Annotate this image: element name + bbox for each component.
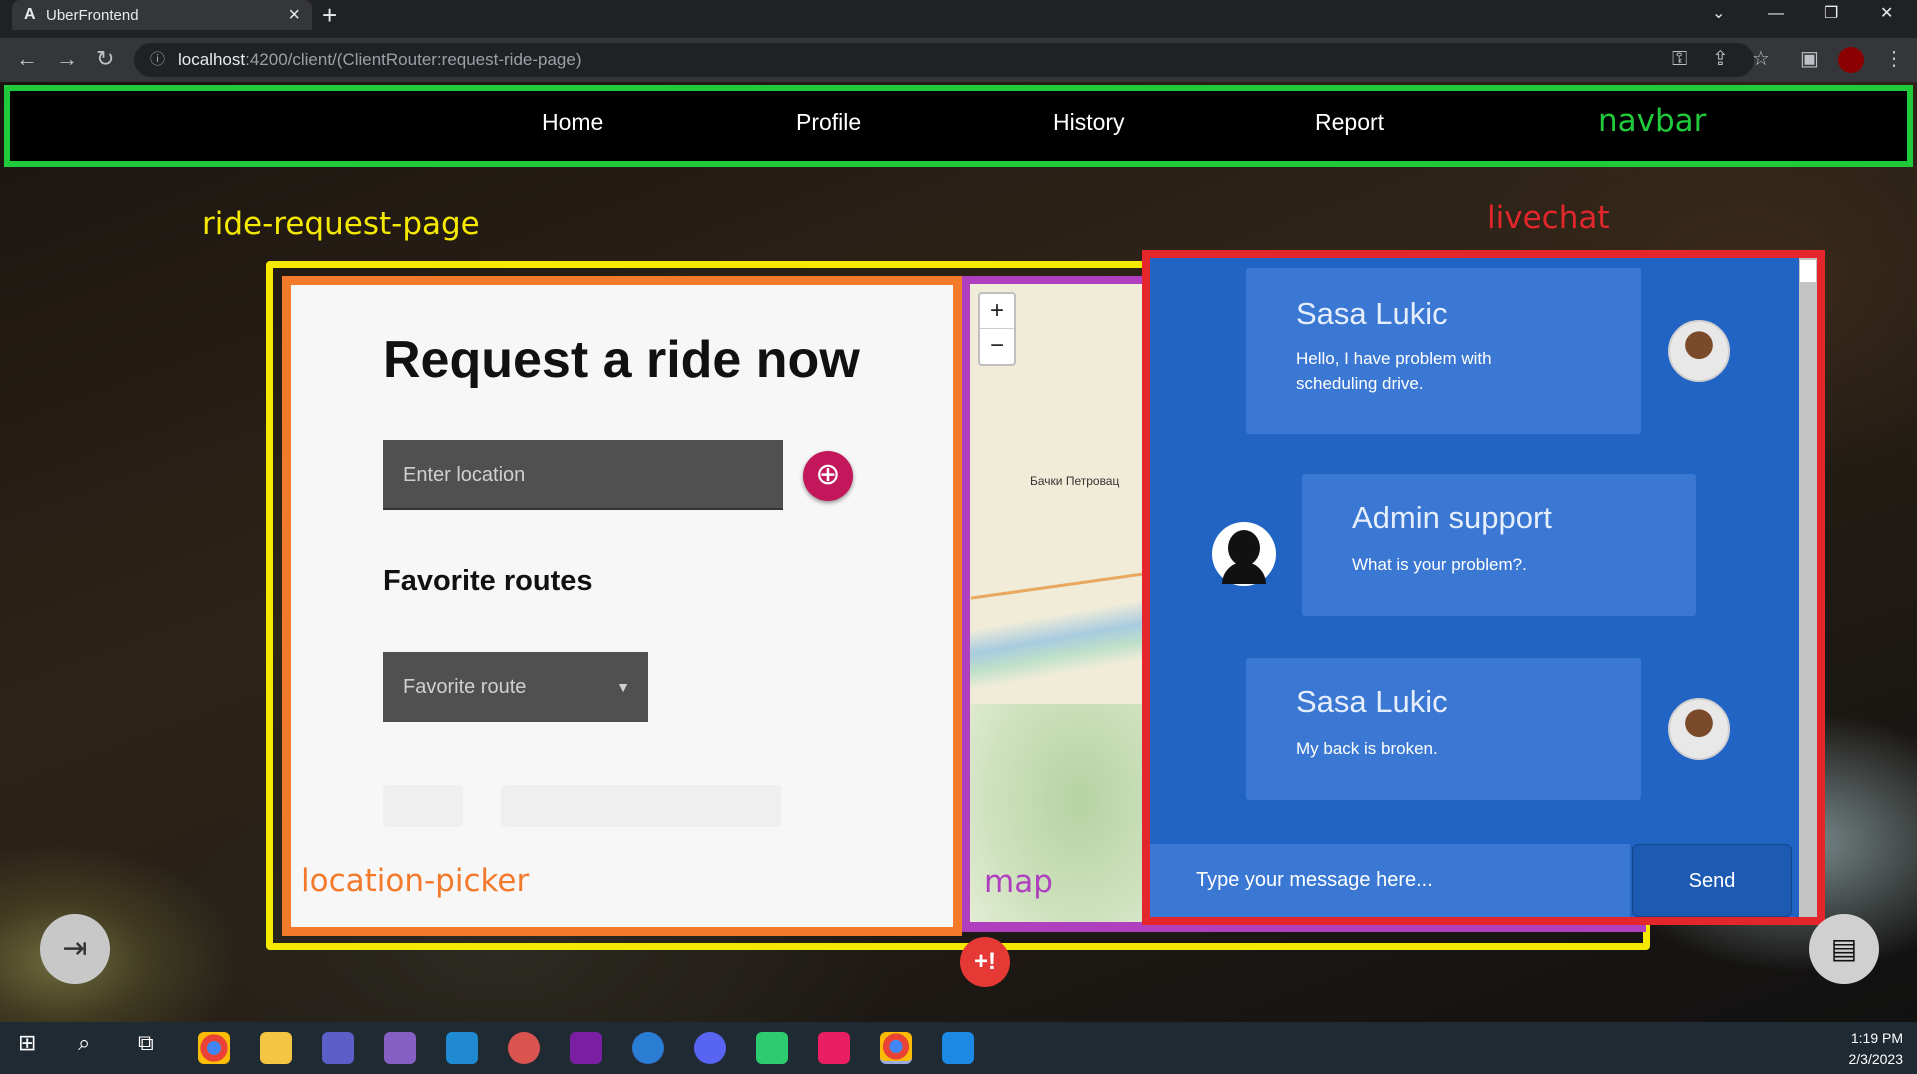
profile-avatar-icon[interactable] <box>1838 47 1864 73</box>
chat-scroll-thumb[interactable] <box>1800 260 1816 282</box>
sourcetree-icon[interactable] <box>756 1032 788 1064</box>
navbar: Home Profile History Report navbar <box>4 85 1913 167</box>
user-avatar <box>1668 698 1730 760</box>
address-bar[interactable]: ⓘ localhost:4200/client/(ClientRouter:re… <box>134 43 1754 77</box>
git-icon[interactable] <box>508 1032 540 1064</box>
share-icon[interactable]: ⇪ <box>1712 46 1729 72</box>
onenote-icon[interactable] <box>570 1032 602 1064</box>
favorite-route-value: Favorite route <box>403 676 527 698</box>
add-location-button[interactable]: ⊕ <box>803 451 853 501</box>
windows-start-icon[interactable]: ⊞ <box>18 1030 36 1056</box>
task-view-icon[interactable]: ⧉ <box>138 1030 154 1056</box>
new-tab-icon[interactable]: + <box>322 0 337 30</box>
annotation-location-picker: location-picker <box>301 863 530 899</box>
annotation-ride-request-page: ride-request-page <box>202 206 480 242</box>
logout-icon: ⇥ <box>62 932 88 965</box>
taskbar-search-icon[interactable]: ⌕ <box>78 1030 90 1056</box>
side-panel-icon[interactable]: ▣ <box>1800 46 1819 72</box>
url-path: :4200/client/(ClientRouter:request-ride-… <box>245 50 582 69</box>
message-sender: Admin support <box>1352 500 1552 535</box>
message-text: My back is broken. <box>1296 739 1438 758</box>
dropdown-caret-icon: ▼ <box>616 679 630 695</box>
logout-button[interactable]: ⇥ <box>40 914 110 984</box>
chat-scrollbar[interactable] <box>1799 258 1817 917</box>
browser-tab[interactable]: A UberFrontend × <box>12 0 312 30</box>
location-picker: Request a ride now Enter location ⊕ Favo… <box>282 276 962 936</box>
nav-report[interactable]: Report <box>1315 109 1384 136</box>
zoom-in-button[interactable]: + <box>980 294 1014 329</box>
reload-icon[interactable]: ↻ <box>96 46 114 72</box>
chat-message: Sasa Lukic Hello, I have problem with sc… <box>1246 268 1641 434</box>
vscode-icon[interactable] <box>446 1032 478 1064</box>
nav-history[interactable]: History <box>1053 109 1125 136</box>
user-avatar <box>1668 320 1730 382</box>
clock-date: 2/3/2023 <box>1848 1051 1904 1067</box>
mail-icon[interactable] <box>632 1032 664 1064</box>
chrome-icon[interactable] <box>198 1032 230 1064</box>
agent-body-icon <box>1222 562 1266 584</box>
discord-icon[interactable] <box>694 1032 726 1064</box>
send-button[interactable]: Send <box>1632 844 1792 917</box>
browser-menu-icon[interactable]: ⋮ <box>1884 46 1904 72</box>
annotation-livechat: livechat <box>1487 200 1610 236</box>
visual-studio-icon[interactable] <box>384 1032 416 1064</box>
back-icon[interactable]: ← <box>16 46 38 72</box>
map[interactable]: Бачки Петровац + − map <box>962 276 1144 930</box>
map-road <box>970 571 1144 600</box>
browser-toolbar: ← → ↻ ⓘ localhost:4200/client/(ClientRou… <box>0 38 1917 82</box>
zoom-out-button[interactable]: − <box>980 329 1014 364</box>
message-sender: Sasa Lukic <box>1296 684 1448 719</box>
map-place-label: Бачки Петровац <box>1030 474 1120 488</box>
plus-icon: +! <box>973 948 996 975</box>
browser-tabstrip: A UberFrontend × + ⌄ — ❐ ✕ <box>0 0 1917 38</box>
teams-icon[interactable] <box>322 1032 354 1064</box>
close-window-icon[interactable]: ✕ <box>1880 0 1893 30</box>
agent-head-icon <box>1228 530 1260 566</box>
favorite-route-select[interactable]: Favorite route ▼ <box>383 652 648 722</box>
windows-taskbar: ⊞ ⌕ ⧉ 1:19 PM 2/3/2023 <box>0 1022 1917 1074</box>
add-ride-button[interactable]: +! <box>960 937 1010 987</box>
chat-message: Sasa Lukic My back is broken. <box>1246 658 1641 800</box>
location-input[interactable]: Enter location <box>383 440 783 510</box>
map-river <box>970 597 1144 691</box>
map-frame-bottom <box>962 924 1646 932</box>
nav-home[interactable]: Home <box>542 109 603 136</box>
nav-profile[interactable]: Profile <box>796 109 861 136</box>
chat-bubble-icon: ▤ <box>1830 933 1858 964</box>
tab-title: UberFrontend <box>46 6 139 24</box>
chat-message-input[interactable]: Type your message here... <box>1150 844 1630 917</box>
file-explorer-icon[interactable] <box>260 1032 292 1064</box>
key-icon[interactable]: ⚿ <box>1672 46 1687 72</box>
photos-icon[interactable] <box>942 1032 974 1064</box>
forward-icon[interactable]: → <box>56 46 78 72</box>
faint-button-2 <box>501 785 781 827</box>
open-chat-button[interactable]: ▤ <box>1809 914 1879 984</box>
system-clock[interactable]: 1:19 PM 2/3/2023 <box>1849 1028 1904 1070</box>
faint-button-1 <box>383 785 463 827</box>
favorite-routes-heading: Favorite routes <box>383 565 593 597</box>
intellij-icon[interactable] <box>818 1032 850 1064</box>
chrome-active-icon[interactable] <box>880 1032 912 1064</box>
site-info-icon[interactable]: ⓘ <box>150 43 165 77</box>
annotation-map: map <box>984 864 1053 900</box>
message-text: What is your problem?. <box>1352 555 1527 574</box>
message-text: Hello, I have problem with scheduling dr… <box>1296 349 1492 393</box>
chat-message: Admin support What is your problem?. <box>1302 474 1696 616</box>
minimize-icon[interactable]: — <box>1768 0 1784 30</box>
tab-search-icon[interactable]: ⌄ <box>1712 0 1725 30</box>
livechat: Sasa Lukic Hello, I have problem with sc… <box>1142 250 1825 925</box>
message-sender: Sasa Lukic <box>1296 296 1448 331</box>
page-title: Request a ride now <box>383 331 860 389</box>
angular-favicon-icon: A <box>24 6 36 23</box>
clock-time: 1:19 PM <box>1850 1030 1903 1046</box>
url-host: localhost <box>178 50 246 69</box>
close-tab-icon[interactable]: × <box>288 4 300 27</box>
maximize-icon[interactable]: ❐ <box>1824 0 1838 30</box>
annotation-navbar: navbar <box>1598 103 1707 139</box>
support-agent-avatar <box>1212 522 1276 586</box>
map-zoom-control: + − <box>978 292 1016 366</box>
bookmark-star-icon[interactable]: ☆ <box>1752 46 1770 72</box>
